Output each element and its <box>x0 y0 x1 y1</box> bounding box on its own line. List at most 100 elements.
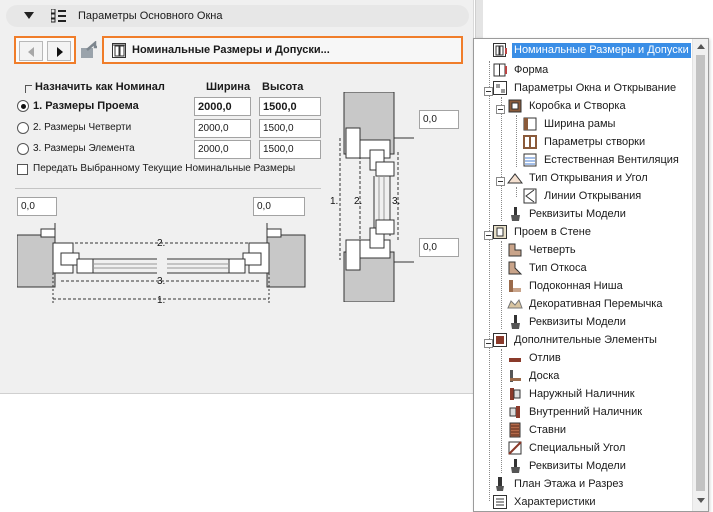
previous-page-button[interactable] <box>19 41 43 61</box>
horizontal-section-drawing: 2. 3. 1. <box>17 223 306 305</box>
vertical-mark-3: 3. <box>392 196 400 207</box>
opening-angle-icon <box>507 173 523 184</box>
element-height-input[interactable]: 1500,0 <box>259 140 321 159</box>
vertical-mark-2: 2. <box>354 196 362 207</box>
tree-item-window-params[interactable]: Параметры Окна и Открывание <box>492 79 678 97</box>
rebate-height-input[interactable]: 1500,0 <box>259 119 321 138</box>
opening-height-input[interactable]: 1500,0 <box>259 97 321 116</box>
tree-item-label: Доска <box>529 369 560 382</box>
element-width-input[interactable]: 2000,0 <box>194 140 251 159</box>
tree-item-label: Тип Открывания и Угол <box>529 171 648 184</box>
horizontal-mark-2: 2. <box>157 238 165 249</box>
tree-item-frame-sash[interactable]: Коробка и Створка <box>507 97 628 115</box>
tree-item-frame-width[interactable]: Ширина рамы <box>522 115 617 133</box>
special-corner-icon <box>508 441 522 455</box>
panel-header[interactable]: Параметры Основного Окна <box>6 5 469 27</box>
expand-toggle[interactable] <box>496 105 505 114</box>
tree-item-nominal-sizes[interactable]: Номинальные Размеры и Допуски <box>492 41 691 59</box>
transfer-settings-icon[interactable] <box>80 41 98 59</box>
scroll-up-arrow-icon[interactable] <box>697 44 705 49</box>
tree-item-opening-type[interactable]: Тип Открывания и Угол <box>507 169 650 187</box>
tree-item-sill-niche[interactable]: Подоконная Ниша <box>507 277 625 295</box>
horizontal-mark-1: 1. <box>157 295 165 305</box>
panel-title: Параметры Основного Окна <box>78 10 223 22</box>
window-edge <box>475 0 483 40</box>
tree-item-decorative-lintel[interactable]: Декоративная Перемычка <box>507 295 664 313</box>
sill-niche-icon <box>509 280 521 292</box>
window-dimensions-icon <box>112 43 126 58</box>
reveal-type-icon <box>508 261 523 275</box>
tree-item-characteristics[interactable]: Характеристики <box>492 493 598 511</box>
arrow-left-icon <box>28 47 34 57</box>
element-size-label: 3. Размеры Элемента <box>33 143 135 154</box>
tree-item-opening-lines[interactable]: Линии Открывания <box>522 187 643 205</box>
tree-scrollbar[interactable] <box>692 39 708 511</box>
tree-item-reveal-type[interactable]: Тип Откоса <box>507 259 589 277</box>
tree-line <box>501 97 502 221</box>
floor-plan-icon <box>496 477 504 491</box>
vertical-section-drawing: 1. 2. 3. <box>330 92 414 302</box>
collapse-triangle-icon[interactable] <box>24 12 34 19</box>
scroll-down-arrow-icon[interactable] <box>697 498 705 503</box>
tree-item-drip-sill[interactable]: Отлив <box>507 349 563 367</box>
tree-line <box>516 115 517 167</box>
drip-sill-icon <box>509 358 521 362</box>
tree-item-special-corner[interactable]: Специальный Угол <box>507 439 627 457</box>
assign-nominal-header: Назначить как Номинал <box>35 81 165 93</box>
tree-item-label: Естественная Вентиляция <box>544 153 679 166</box>
tree-line <box>501 349 502 473</box>
radio-opening-size[interactable] <box>17 100 29 112</box>
opening-width-input[interactable]: 2000,0 <box>194 97 251 116</box>
tree-item-extra-elements[interactable]: Дополнительные Элементы <box>492 331 659 349</box>
panel-bottom-edge <box>0 393 474 394</box>
rebate-icon <box>508 243 522 257</box>
tree-item-outer-casing[interactable]: Наружный Наличник <box>507 385 637 403</box>
expand-toggle[interactable] <box>496 177 505 186</box>
page-tree-popup: Номинальные Размеры и Допуски Форма Пара… <box>473 38 709 512</box>
next-page-button[interactable] <box>47 41 71 61</box>
tree-line <box>501 241 502 329</box>
characteristics-icon <box>493 495 507 509</box>
tree-item-model-attributes[interactable]: Реквизиты Модели <box>507 457 628 475</box>
tree-item-board[interactable]: Доска <box>507 367 561 385</box>
tree-item-label: Номинальные Размеры и Допуски <box>512 42 691 58</box>
frame-width-icon <box>523 117 537 131</box>
transfer-nominal-label: Передать Выбранному Текущие Номинальные … <box>33 163 296 174</box>
sash-params-icon <box>523 135 537 149</box>
tree-item-shape[interactable]: Форма <box>492 61 550 79</box>
tree-item-ventilation[interactable]: Естественная Вентиляция <box>522 151 681 169</box>
tree-item-rebate[interactable]: Четверть <box>507 241 578 259</box>
window-dimensions-icon <box>493 43 507 57</box>
tree-item-label: План Этажа и Разрез <box>514 477 624 490</box>
tree-item-floor-plan[interactable]: План Этажа и Разрез <box>492 475 625 493</box>
rebate-width-input[interactable]: 2000,0 <box>194 119 251 138</box>
page-select-dropdown[interactable]: Номинальные Размеры и Допуски... <box>102 36 463 64</box>
tree-item-label: Тип Откоса <box>529 261 587 274</box>
tree-item-label: Характеристики <box>514 495 596 508</box>
tree-item-label: Форма <box>514 63 549 76</box>
inner-casing-icon <box>509 406 520 418</box>
height-header: Высота <box>262 81 304 93</box>
tree-item-wall-opening[interactable]: Проем в Стене <box>492 223 593 241</box>
tree-item-inner-casing[interactable]: Внутренний Наличник <box>507 403 644 421</box>
page-select-label: Номинальные Размеры и Допуски... <box>132 44 330 56</box>
tree-item-label: Специальный Угол <box>529 441 626 454</box>
tree-item-label: Отлив <box>529 351 561 364</box>
bottom-tolerance-input[interactable]: 0,0 <box>419 238 459 257</box>
tree-item-sash-params[interactable]: Параметры створки <box>522 133 647 151</box>
assign-bracket <box>25 85 32 93</box>
wall-opening-icon <box>493 225 507 239</box>
radio-rebate-size[interactable] <box>17 122 29 134</box>
frame-sash-icon <box>508 99 522 113</box>
top-tolerance-input[interactable]: 0,0 <box>419 110 459 129</box>
tree-item-model-attributes[interactable]: Реквизиты Модели <box>507 205 628 223</box>
tree-item-shutters[interactable]: Ставни <box>507 421 568 439</box>
radio-element-size[interactable] <box>17 143 29 155</box>
tree-item-label: Линии Открывания <box>544 189 642 202</box>
outer-casing-icon <box>510 388 521 400</box>
tree-item-model-attributes[interactable]: Реквизиты Модели <box>507 313 628 331</box>
tree-item-label: Реквизиты Модели <box>529 207 626 220</box>
transfer-nominal-checkbox[interactable] <box>17 164 28 175</box>
tree-item-label: Реквизиты Модели <box>529 459 626 472</box>
scroll-thumb[interactable] <box>696 55 705 491</box>
